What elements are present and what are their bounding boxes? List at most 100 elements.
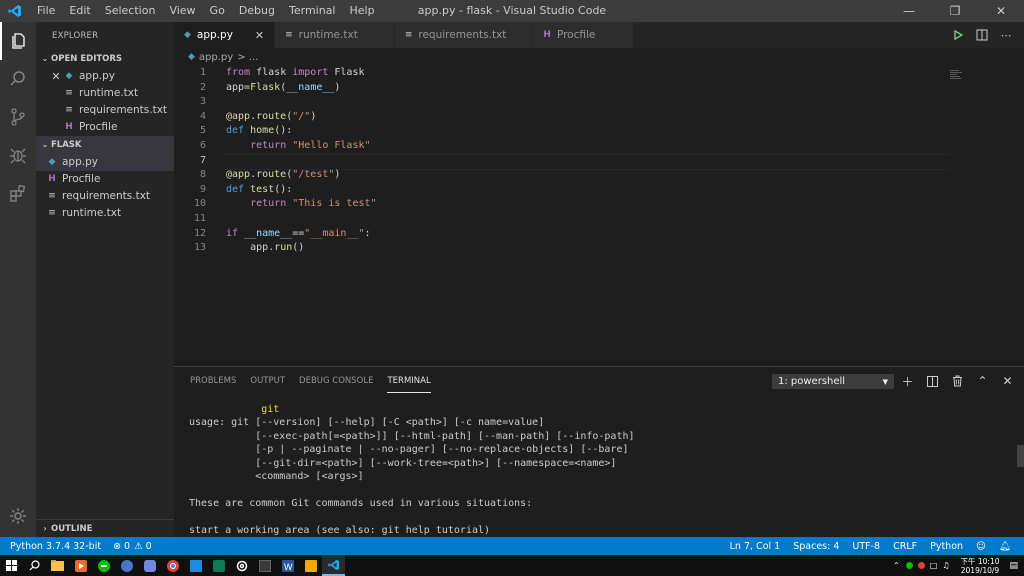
notifications-bell-icon[interactable]: 🔔︎: [999, 541, 1011, 552]
split-editor-icon[interactable]: [970, 29, 994, 41]
menu-help[interactable]: Help: [343, 0, 382, 22]
minimap[interactable]: [950, 70, 964, 84]
maximize-panel-icon[interactable]: ⌃: [970, 372, 995, 390]
close-tab-icon[interactable]: ✕: [255, 29, 264, 42]
extensions-icon[interactable]: [0, 174, 36, 212]
line-number: 1: [199, 67, 206, 78]
file-item-runtime-txt[interactable]: ≡ runtime.txt: [36, 205, 174, 222]
debug-icon[interactable]: [0, 136, 36, 174]
open-editor-label: requirements.txt: [79, 104, 168, 116]
run-icon[interactable]: [946, 30, 970, 40]
taskbar-search-icon[interactable]: [23, 555, 46, 576]
feedback-smiley-icon[interactable]: ☺: [976, 541, 986, 552]
problems-summary[interactable]: ⊗ 0 ⚠ 0: [113, 541, 164, 552]
line-ending[interactable]: CRLF: [893, 541, 917, 552]
chevron-right-icon: ›: [43, 523, 47, 533]
file-item-requirements-txt[interactable]: ≡ requirements.txt: [36, 188, 174, 205]
breadcrumb-file[interactable]: app.py: [199, 52, 233, 63]
app-icon[interactable]: [207, 555, 230, 576]
tray-app-icon[interactable]: [917, 562, 925, 569]
trash-icon[interactable]: [945, 372, 970, 390]
menu-view[interactable]: View: [162, 0, 202, 22]
vscode-taskbar-icon[interactable]: [322, 555, 345, 576]
open-editor-item-procfile[interactable]: H Procfile: [36, 119, 174, 136]
new-terminal-icon[interactable]: ＋: [895, 372, 920, 390]
search-icon[interactable]: [0, 60, 36, 98]
restore-icon[interactable]: ❐: [932, 0, 978, 22]
tab-output[interactable]: OUTPUT: [250, 370, 285, 392]
folder-section-flask[interactable]: ⌄ FLASK: [36, 136, 174, 154]
indentation[interactable]: Spaces: 4: [793, 541, 839, 552]
tab-terminal[interactable]: TERMINAL: [387, 370, 431, 393]
more-actions-icon[interactable]: ⋯: [994, 29, 1018, 42]
code-line: 10 return "This is test": [174, 197, 1024, 212]
minimize-icon[interactable]: —: [886, 0, 932, 22]
code-text: from flask import Flask: [226, 67, 365, 78]
notes-app-icon[interactable]: [299, 555, 322, 576]
terminal-select-value: 1: powershell: [778, 376, 846, 387]
menu-terminal[interactable]: Terminal: [282, 0, 343, 22]
settings-gear-icon[interactable]: [0, 497, 36, 535]
warning-count: 0: [145, 540, 152, 552]
tray-app-icon[interactable]: [905, 562, 913, 569]
menu-debug[interactable]: Debug: [232, 0, 282, 22]
language-mode[interactable]: Python: [930, 541, 963, 552]
tab-app-py[interactable]: ◆ app.py ✕: [174, 22, 276, 48]
volume-icon[interactable]: ♫: [942, 561, 949, 570]
network-icon[interactable]: □: [930, 561, 938, 570]
line-number: 13: [193, 242, 206, 254]
tray-chevron-up-icon[interactable]: ⌃: [893, 561, 900, 570]
taskbar-clock[interactable]: 下午 10:10 2019/10/9: [960, 557, 999, 575]
encoding[interactable]: UTF-8: [852, 541, 880, 552]
code-text: return "This is test": [250, 198, 377, 210]
file-item-app-py[interactable]: ◆ app.py: [36, 154, 174, 171]
word-app-icon[interactable]: W: [276, 555, 299, 576]
tab-requirements-txt[interactable]: ≡ requirements.txt: [394, 22, 534, 48]
line-number: 4: [199, 110, 206, 122]
line-app-icon[interactable]: [92, 555, 115, 576]
split-terminal-icon[interactable]: [920, 372, 945, 390]
breadcrumb-rest[interactable]: > ...: [237, 52, 258, 63]
app-icon[interactable]: [253, 555, 276, 576]
code-line: 3: [174, 95, 1024, 110]
tab-debug-console[interactable]: DEBUG CONSOLE: [299, 370, 373, 392]
tab-problems[interactable]: PROBLEMS: [190, 370, 236, 392]
file-item-procfile[interactable]: H Procfile: [36, 171, 174, 188]
error-count: 0: [124, 540, 131, 552]
file-explorer-app-icon[interactable]: [46, 555, 69, 576]
cursor-position[interactable]: Ln 7, Col 1: [730, 541, 781, 552]
open-editors-section[interactable]: ⌄ OPEN EDITORS: [36, 50, 174, 68]
open-editor-item-requirements-txt[interactable]: ≡ requirements.txt: [36, 102, 174, 119]
close-panel-icon[interactable]: ✕: [995, 372, 1020, 390]
menu-edit[interactable]: Edit: [62, 0, 97, 22]
clock-time: 下午 10:10: [960, 556, 1000, 566]
explorer-icon[interactable]: [0, 22, 36, 60]
open-editor-item-runtime-txt[interactable]: ≡ runtime.txt: [36, 85, 174, 102]
close-window-icon[interactable]: ✕: [978, 0, 1024, 22]
app-icon[interactable]: [184, 555, 207, 576]
tab-procfile[interactable]: H Procfile: [533, 22, 635, 48]
terminal-scrollbar[interactable]: [1017, 445, 1024, 467]
outline-section[interactable]: › OUTLINE: [36, 519, 174, 537]
open-editor-item-app-py[interactable]: ✕ ◆ app.py: [36, 68, 174, 85]
menu-selection[interactable]: Selection: [98, 0, 163, 22]
terminal-select[interactable]: 1: powershell ▼: [772, 374, 894, 389]
vscode-logo-icon: [0, 0, 30, 22]
media-app-icon[interactable]: [69, 555, 92, 576]
chrome-app-icon[interactable]: [161, 555, 184, 576]
windows-start-icon[interactable]: [0, 555, 23, 576]
menu-file[interactable]: File: [30, 0, 62, 22]
close-editor-icon[interactable]: ✕: [49, 68, 63, 85]
tab-runtime-txt[interactable]: ≡ runtime.txt: [275, 22, 395, 48]
menu-go[interactable]: Go: [203, 0, 232, 22]
python-interpreter[interactable]: Python 3.7.4 32-bit: [10, 541, 101, 552]
action-center-icon[interactable]: ▤: [1009, 561, 1018, 571]
code-editor[interactable]: 1 from flask import Flask 2 app=Flask(__na…: [174, 66, 1024, 366]
chat-app-icon[interactable]: [115, 555, 138, 576]
text-file-icon: ≡: [48, 191, 56, 201]
discord-app-icon[interactable]: [138, 555, 161, 576]
source-control-icon[interactable]: [0, 98, 36, 136]
target-app-icon[interactable]: [230, 555, 253, 576]
terminal-output[interactable]: git usage: git [--version] [--help] [-C …: [189, 403, 635, 537]
code-text: def test():: [226, 183, 293, 195]
